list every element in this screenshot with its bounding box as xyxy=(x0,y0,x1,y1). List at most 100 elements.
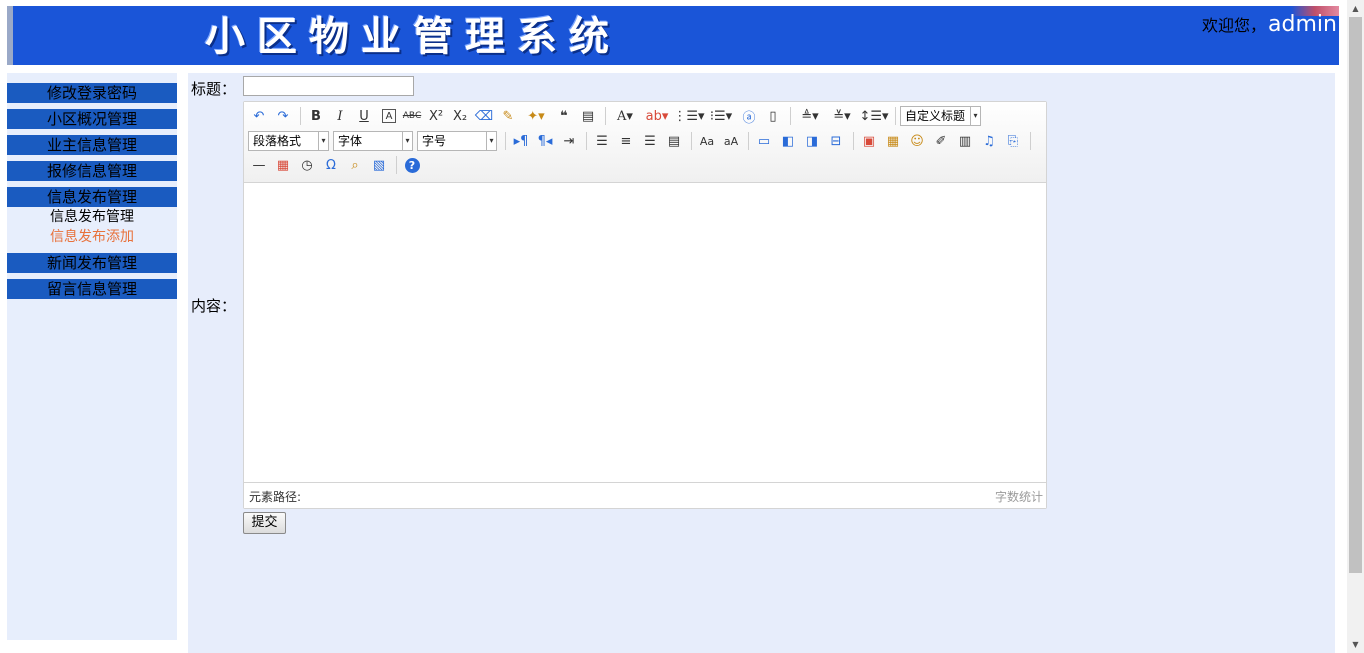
font-size-label: 字号 xyxy=(422,134,447,148)
search-replace-icon[interactable]: ⌕ xyxy=(344,155,366,175)
editor-toolbar: ↶ ↷ B I U A ABC X² X₂ ⌫ ✎ ✦▾ ❝ ▤ A▾ ab▾ … xyxy=(244,102,1046,183)
font-color-icon[interactable]: A▾ xyxy=(610,106,640,126)
paragraph-format-label: 段落格式 xyxy=(253,134,302,148)
font-size-select[interactable]: 字号 ▾ xyxy=(417,131,497,151)
special-chars-icon[interactable]: Ω xyxy=(320,155,342,175)
insert-image-icon[interactable]: ▣ xyxy=(858,131,880,151)
toolbar-separator xyxy=(748,132,749,150)
editor-content-area[interactable] xyxy=(244,183,1046,481)
sidebar-item-community-overview[interactable]: 小区概况管理 xyxy=(7,109,177,129)
indent-icon[interactable]: ⇥ xyxy=(558,131,580,151)
submit-button[interactable]: 提交 xyxy=(243,512,286,534)
sidebar-item-message-info[interactable]: 留言信息管理 xyxy=(7,279,177,299)
insert-video-icon[interactable]: ▥ xyxy=(954,131,976,151)
sidebar-item-info-publish[interactable]: 信息发布管理 xyxy=(7,187,177,207)
select-all-icon[interactable]: ⓐ xyxy=(738,106,760,126)
toolbar-separator xyxy=(300,107,301,125)
sidebar-item-news-publish[interactable]: 新闻发布管理 xyxy=(7,253,177,273)
lowercase-icon[interactable]: aA xyxy=(720,131,742,151)
attachment-icon[interactable]: ⎘ xyxy=(1002,131,1024,151)
multi-image-icon[interactable]: ▦ xyxy=(882,131,904,151)
custom-title-label: 自定义标题 xyxy=(905,109,966,123)
help-icon[interactable]: ? xyxy=(401,155,423,175)
direction-rtl-icon[interactable]: ¶◂ xyxy=(534,131,556,151)
toolbar-separator xyxy=(853,132,854,150)
align-left-icon[interactable]: ☰ xyxy=(591,131,613,151)
emotion-icon[interactable]: ☺ xyxy=(906,131,928,151)
remove-format-icon[interactable]: ⌫ xyxy=(473,106,495,126)
align-center-icon[interactable]: ≡ xyxy=(615,131,637,151)
toolbar-separator xyxy=(895,107,896,125)
auto-typeset-icon[interactable]: ✦▾ xyxy=(521,106,551,126)
editor-statusbar: 元素路径: 字数统计 xyxy=(244,482,1046,508)
title-input[interactable] xyxy=(243,76,414,96)
strikethrough-icon[interactable]: ABC xyxy=(401,106,423,126)
title-label: 标题： xyxy=(191,80,237,98)
sidebar-item-repair-info[interactable]: 报修信息管理 xyxy=(7,161,177,181)
chevron-down-icon: ▾ xyxy=(970,107,980,125)
bold-icon[interactable]: B xyxy=(305,106,327,126)
uppercase-icon[interactable]: Aa xyxy=(696,131,718,151)
image-right-icon[interactable]: ◨ xyxy=(801,131,823,151)
align-justify-icon[interactable]: ▤ xyxy=(663,131,685,151)
music-icon[interactable]: ♫ xyxy=(978,131,1000,151)
font-family-label: 字体 xyxy=(338,134,363,148)
page-scrollbar[interactable]: ▲ ▼ xyxy=(1347,0,1364,653)
time-icon[interactable]: ◷ xyxy=(296,155,318,175)
word-count-label: 字数统计 xyxy=(994,490,1043,504)
toolbar-separator xyxy=(1030,132,1031,150)
toolbar-row-3: — ▦ ◷ Ω ⌕ ▧ ? xyxy=(248,154,425,176)
background-color-icon[interactable]: ab▾ xyxy=(642,106,672,126)
underline-icon[interactable]: U xyxy=(353,106,375,126)
image-center-icon[interactable]: ⊟ xyxy=(825,131,847,151)
italic-icon[interactable]: I xyxy=(329,106,351,126)
direction-ltr-icon[interactable]: ▸¶ xyxy=(510,131,532,151)
scrawl-icon[interactable]: ✐ xyxy=(930,131,952,151)
undo-icon[interactable]: ↶ xyxy=(248,106,270,126)
scroll-up-arrow-icon[interactable]: ▲ xyxy=(1347,0,1364,17)
row-spacing-bottom-icon[interactable]: ≚▾ xyxy=(827,106,857,126)
subscript-icon[interactable]: X₂ xyxy=(449,106,471,126)
font-border-icon[interactable]: A xyxy=(382,109,396,123)
chevron-down-icon: ▾ xyxy=(486,132,496,150)
sidebar: 修改登录密码 小区概况管理 业主信息管理 报修信息管理 信息发布管理 信息发布管… xyxy=(7,73,177,640)
redo-icon[interactable]: ↷ xyxy=(272,106,294,126)
app-title: 小区物业管理系统 xyxy=(205,14,621,60)
scroll-down-arrow-icon[interactable]: ▼ xyxy=(1347,636,1364,653)
horizontal-rule-icon[interactable]: — xyxy=(248,155,270,175)
scrollbar-thumb[interactable] xyxy=(1349,17,1362,573)
date-icon[interactable]: ▦ xyxy=(272,155,294,175)
font-family-select[interactable]: 字体 ▾ xyxy=(333,131,413,151)
row-spacing-top-icon[interactable]: ≜▾ xyxy=(795,106,825,126)
toolbar-separator xyxy=(396,156,397,174)
paragraph-format-select[interactable]: 段落格式 ▾ xyxy=(248,131,329,151)
word-image-icon[interactable]: ▧ xyxy=(368,155,390,175)
blockquote-icon[interactable]: ❝ xyxy=(553,106,575,126)
toolbar-separator xyxy=(605,107,606,125)
superscript-icon[interactable]: X² xyxy=(425,106,447,126)
username: admin xyxy=(1268,12,1337,37)
clear-doc-icon[interactable]: ▯ xyxy=(762,106,784,126)
image-left-icon[interactable]: ◧ xyxy=(777,131,799,151)
toolbar-separator xyxy=(505,132,506,150)
sidebar-item-change-password[interactable]: 修改登录密码 xyxy=(7,83,177,103)
sidebar-item-owner-info[interactable]: 业主信息管理 xyxy=(7,135,177,155)
welcome-area: 欢迎您，admin xyxy=(1202,12,1337,37)
sidebar-subitem-info-publish-manage[interactable]: 信息发布管理 xyxy=(7,207,177,227)
welcome-label: 欢迎您， xyxy=(1202,16,1267,35)
toolbar-separator xyxy=(586,132,587,150)
line-height-icon[interactable]: ↕☰▾ xyxy=(859,106,889,126)
unordered-list-icon[interactable]: ⁝☰▾ xyxy=(706,106,736,126)
main-panel: 标题： 内容： ↶ ↷ B I U A ABC X² X₂ ⌫ ✎ ✦▾ ❝ ▤ xyxy=(188,73,1335,653)
ordered-list-icon[interactable]: ⋮☰▾ xyxy=(673,106,704,126)
image-none-icon[interactable]: ▭ xyxy=(753,131,775,151)
toolbar-row-1: ↶ ↷ B I U A ABC X² X₂ ⌫ ✎ ✦▾ ❝ ▤ A▾ ab▾ … xyxy=(248,105,985,127)
toolbar-separator xyxy=(691,132,692,150)
paste-plain-icon[interactable]: ▤ xyxy=(577,106,599,126)
custom-title-select[interactable]: 自定义标题 ▾ xyxy=(900,106,981,126)
align-right-icon[interactable]: ☰ xyxy=(639,131,661,151)
sidebar-subitem-info-publish-add[interactable]: 信息发布添加 xyxy=(7,227,177,247)
banner-edge xyxy=(7,6,13,65)
toolbar-separator xyxy=(790,107,791,125)
format-painter-icon[interactable]: ✎ xyxy=(497,106,519,126)
